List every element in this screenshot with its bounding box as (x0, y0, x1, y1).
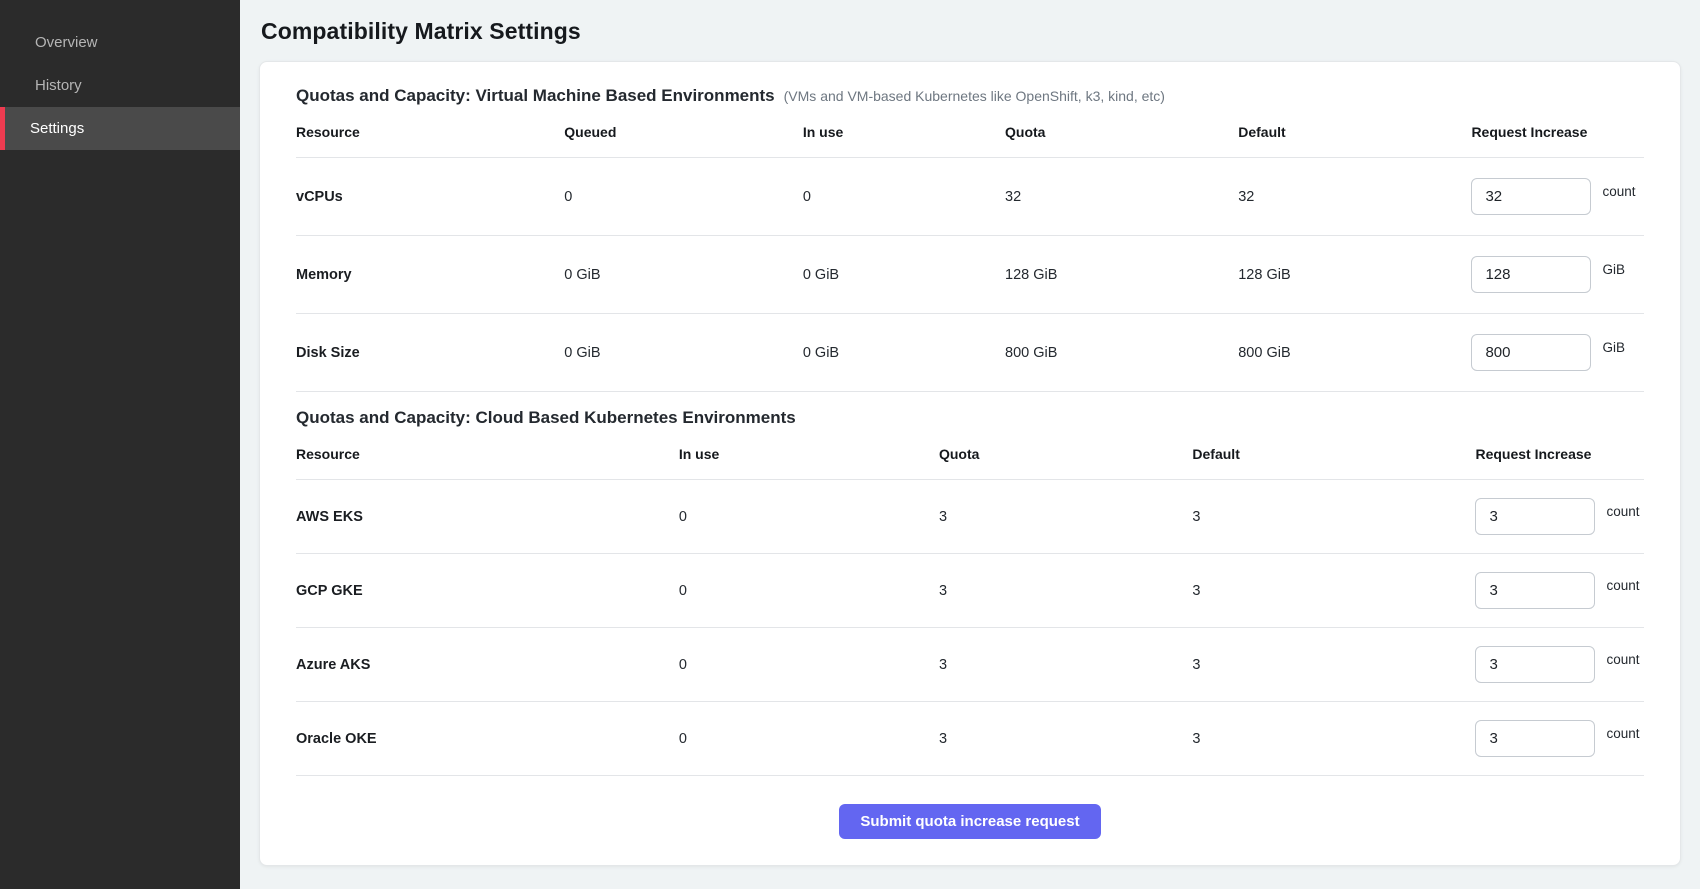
in-use-value: 0 GiB (803, 267, 1005, 283)
aws-eks-request-input[interactable] (1475, 498, 1595, 535)
table-row-disk-size: Disk Size 0 GiB 0 GiB 800 GiB 800 GiB Gi… (296, 314, 1644, 392)
column-header-quota: Quota (1005, 124, 1238, 140)
vm-section-subtitle: (VMs and VM-based Kubernetes like OpenSh… (784, 88, 1165, 104)
table-row-memory: Memory 0 GiB 0 GiB 128 GiB 128 GiB GiB (296, 236, 1644, 314)
column-header-default: Default (1238, 124, 1471, 140)
in-use-value: 0 GiB (803, 345, 1005, 361)
sidebar-item-label: History (35, 77, 82, 94)
cloud-section-title: Quotas and Capacity: Cloud Based Kuberne… (296, 408, 1644, 428)
default-value: 3 (1192, 657, 1475, 673)
column-header-resource: Resource (296, 124, 564, 140)
in-use-value: 0 (679, 657, 939, 673)
sidebar-item-history[interactable]: History (0, 64, 240, 107)
quota-value: 3 (939, 657, 1192, 673)
column-header-request-increase: Request Increase (1471, 124, 1644, 140)
in-use-value: 0 (679, 731, 939, 747)
sidebar-item-label: Settings (30, 120, 84, 137)
table-row-vcpus: vCPUs 0 0 32 32 count (296, 158, 1644, 236)
sidebar: Overview History Settings (0, 0, 240, 889)
cloud-table-header-row: Resource In use Quota Default Request In… (296, 428, 1644, 480)
submit-row: Submit quota increase request (296, 804, 1644, 839)
main-content: Compatibility Matrix Settings Quotas and… (240, 0, 1700, 889)
table-row-aws-eks: AWS EKS 0 3 3 count (296, 480, 1644, 554)
default-value: 3 (1192, 583, 1475, 599)
request-increase-cell: count (1475, 572, 1644, 609)
unit-label: count (1606, 726, 1639, 741)
request-increase-cell: count (1475, 646, 1644, 683)
quota-value: 3 (939, 509, 1192, 525)
cloud-quota-table: Resource In use Quota Default Request In… (296, 428, 1644, 776)
resource-label: GCP GKE (296, 583, 679, 599)
sidebar-nav: Overview History Settings (0, 21, 240, 150)
default-value: 32 (1238, 189, 1471, 205)
default-value: 3 (1192, 509, 1475, 525)
oracle-oke-request-input[interactable] (1475, 720, 1595, 757)
resource-label: Disk Size (296, 345, 564, 361)
unit-label: count (1606, 504, 1639, 519)
disk-size-request-input[interactable] (1471, 334, 1591, 371)
column-header-default: Default (1192, 446, 1475, 462)
resource-label: Azure AKS (296, 657, 679, 673)
request-increase-cell: count (1471, 178, 1644, 215)
vcpus-request-input[interactable] (1471, 178, 1591, 215)
submit-quota-increase-button[interactable]: Submit quota increase request (839, 804, 1100, 839)
quota-value: 3 (939, 731, 1192, 747)
queued-value: 0 GiB (564, 267, 803, 283)
resource-label: AWS EKS (296, 509, 679, 525)
settings-card: Quotas and Capacity: Virtual Machine Bas… (259, 61, 1681, 866)
vm-section-header: Quotas and Capacity: Virtual Machine Bas… (296, 86, 1644, 106)
request-increase-cell: GiB (1471, 256, 1644, 293)
vm-section-title: Quotas and Capacity: Virtual Machine Bas… (296, 86, 775, 106)
table-row-gcp-gke: GCP GKE 0 3 3 count (296, 554, 1644, 628)
resource-label: Memory (296, 267, 564, 283)
memory-request-input[interactable] (1471, 256, 1591, 293)
azure-aks-request-input[interactable] (1475, 646, 1595, 683)
in-use-value: 0 (679, 583, 939, 599)
request-increase-cell: count (1475, 498, 1644, 535)
request-increase-cell: GiB (1471, 334, 1644, 371)
app-window: Overview History Settings Compatibility … (0, 0, 1700, 889)
unit-label: count (1602, 184, 1635, 199)
unit-label: GiB (1602, 262, 1625, 277)
sidebar-item-settings[interactable]: Settings (0, 107, 240, 150)
column-header-in-use: In use (679, 446, 939, 462)
default-value: 800 GiB (1238, 345, 1471, 361)
vm-table-header-row: Resource Queued In use Quota Default Req… (296, 106, 1644, 158)
quota-value: 3 (939, 583, 1192, 599)
quota-value: 32 (1005, 189, 1238, 205)
resource-label: Oracle OKE (296, 731, 679, 747)
quota-value: 800 GiB (1005, 345, 1238, 361)
sidebar-item-label: Overview (35, 34, 98, 51)
unit-label: GiB (1602, 340, 1625, 355)
table-row-oracle-oke: Oracle OKE 0 3 3 count (296, 702, 1644, 776)
default-value: 3 (1192, 731, 1475, 747)
column-header-in-use: In use (803, 124, 1005, 140)
vm-quota-table: Resource Queued In use Quota Default Req… (296, 106, 1644, 392)
column-header-quota: Quota (939, 446, 1192, 462)
request-increase-cell: count (1475, 720, 1644, 757)
column-header-resource: Resource (296, 446, 679, 462)
page-title: Compatibility Matrix Settings (261, 18, 1681, 45)
queued-value: 0 GiB (564, 345, 803, 361)
resource-label: vCPUs (296, 189, 564, 205)
in-use-value: 0 (803, 189, 1005, 205)
unit-label: count (1606, 578, 1639, 593)
column-header-request-increase: Request Increase (1475, 446, 1644, 462)
default-value: 128 GiB (1238, 267, 1471, 283)
table-row-azure-aks: Azure AKS 0 3 3 count (296, 628, 1644, 702)
quota-value: 128 GiB (1005, 267, 1238, 283)
queued-value: 0 (564, 189, 803, 205)
column-header-queued: Queued (564, 124, 803, 140)
sidebar-item-overview[interactable]: Overview (0, 21, 240, 64)
gcp-gke-request-input[interactable] (1475, 572, 1595, 609)
in-use-value: 0 (679, 509, 939, 525)
unit-label: count (1606, 652, 1639, 667)
